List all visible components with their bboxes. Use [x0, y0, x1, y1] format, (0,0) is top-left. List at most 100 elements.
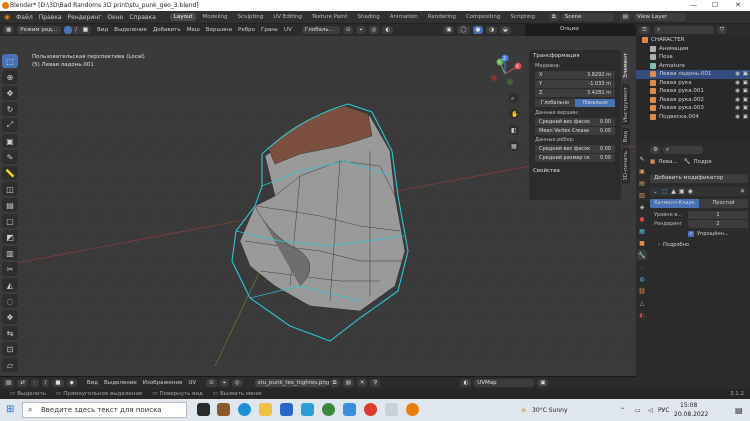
transform-icon[interactable]: ▣ — [2, 134, 18, 148]
pin-icon[interactable]: ⚲ — [370, 379, 381, 387]
scene-selector[interactable]: Scene — [561, 13, 614, 21]
pivot-icon[interactable]: ⊙ — [206, 379, 217, 387]
annotate-icon[interactable]: ✎ — [2, 150, 18, 164]
clock-date[interactable]: 20.08.2022 — [674, 411, 708, 418]
inset-icon[interactable]: ▢ — [2, 214, 18, 228]
scale-icon[interactable]: ⤢ — [2, 118, 18, 132]
clock-time[interactable]: 15:08 — [680, 402, 697, 409]
vertex-select-icon[interactable]: · — [64, 26, 72, 34]
img-menu-view[interactable]: Вид — [87, 380, 98, 386]
edge-slide-icon[interactable]: ⇆ — [2, 326, 18, 340]
props-editor-icon[interactable]: ⚙ — [650, 145, 660, 154]
menu-vertex[interactable]: Вершина — [206, 27, 232, 33]
vertex-bevel-field[interactable]: Средний вес фасок 0.00 — [535, 118, 615, 126]
levels-viewport-field[interactable]: Уровни в... 1 — [650, 211, 748, 219]
outliner-item-left-arm[interactable]: Левая рука ◉ ▣ — [636, 79, 750, 88]
expand-icon[interactable]: ⌄ — [653, 189, 658, 195]
menu-add[interactable]: Добавить — [153, 27, 181, 33]
menu-help[interactable]: Справка — [129, 14, 155, 21]
edit-mode-icon[interactable]: ▲ — [671, 188, 676, 195]
data-tab-icon[interactable]: △ — [637, 298, 647, 308]
visibility-eye-icon[interactable]: ◉ — [735, 113, 740, 122]
bevel-icon[interactable]: ◩ — [2, 230, 18, 244]
image-display-icon[interactable]: ▣ — [537, 379, 549, 387]
blender-taskbar-icon[interactable] — [406, 403, 419, 416]
output-tab-icon[interactable]: ▤ — [637, 178, 647, 188]
tab-compositing[interactable]: Compositing — [462, 13, 504, 21]
move-icon[interactable]: ✥ — [2, 86, 18, 100]
uvmap-icon[interactable]: ◐ — [460, 379, 472, 387]
notifications-icon[interactable]: ▤ — [735, 406, 743, 415]
outliner-item-left-arm-003[interactable]: Левая рука.003 ◉ ▣ — [636, 104, 750, 113]
edge-bevel-field[interactable]: Средний вес фасок 0.00 — [535, 145, 615, 153]
editor-type-icon[interactable]: ▦ — [3, 26, 15, 34]
close-button[interactable]: ✕ — [735, 1, 741, 9]
chrome-icon[interactable] — [322, 403, 335, 416]
outliner-item-left-arm-001[interactable]: Левая рука.001 ◉ ▣ — [636, 87, 750, 96]
render-toggle-icon[interactable]: ◉ — [688, 188, 693, 195]
uvmap-selector[interactable]: UVMap — [474, 379, 535, 387]
menu-render[interactable]: Рендеринг — [68, 14, 102, 21]
edge-seam-field[interactable]: Средний размер ск 0.00 — [535, 154, 615, 162]
viewport-toggle-icon[interactable]: ▣ — [679, 188, 685, 195]
loop-cut-icon[interactable]: ▥ — [2, 246, 18, 260]
outliner-search-input[interactable]: ⌕ — [653, 26, 714, 34]
add-cube-icon[interactable]: ◫ — [2, 182, 18, 196]
volume-icon[interactable]: ◁ — [648, 407, 653, 414]
menu-edge[interactable]: Ребро — [238, 27, 255, 33]
outliner-item-character[interactable]: CHARACTER — [636, 36, 750, 45]
measure-icon[interactable]: 📏 — [2, 166, 18, 180]
shrink-icon[interactable]: ⊡ — [2, 342, 18, 356]
physics-tab-icon[interactable]: ◍ — [637, 274, 647, 284]
view-layer-icon[interactable]: ▤ — [619, 13, 631, 21]
tab-rendering[interactable]: Rendering — [424, 13, 460, 21]
network-icon[interactable]: ▭ — [635, 407, 641, 414]
blender-menu-icon[interactable]: ◉ — [4, 13, 10, 21]
tab-modeling[interactable]: Modeling — [198, 13, 231, 21]
overlay-icon[interactable]: ◐ — [382, 26, 394, 34]
mail-icon[interactable] — [301, 403, 314, 416]
median-z-field[interactable]: Z 3.4281 m — [535, 89, 615, 97]
extrude-icon[interactable]: ▤ — [2, 198, 18, 212]
smooth-icon[interactable]: ❖ — [2, 310, 18, 324]
outliner-item-animation[interactable]: Анимация — [636, 45, 750, 54]
tab-sculpting[interactable]: Sculpting — [234, 13, 268, 21]
rotate-icon[interactable]: ↻ — [2, 102, 18, 116]
proportional-icon[interactable]: ◎ — [368, 26, 380, 34]
scene-icon[interactable]: ⧉ — [548, 13, 559, 21]
tab-view[interactable]: Вид — [622, 128, 630, 146]
vertex-crease-field[interactable]: Mean Vertex Crease 0.00 — [535, 127, 615, 135]
render-camera-icon[interactable]: ▣ — [743, 104, 748, 113]
particles-tab-icon[interactable]: ∴ — [637, 262, 647, 272]
shading-wire-icon[interactable]: ◯ — [457, 26, 470, 34]
img-menu-image[interactable]: Изображение — [143, 380, 183, 386]
advanced-label[interactable]: Подробно — [663, 242, 689, 248]
outliner-item-left-palm[interactable]: Левая ладонь.001 ◉ ▣ — [636, 70, 750, 79]
xray-icon[interactable]: ▣ — [443, 26, 455, 34]
render-camera-icon[interactable]: ▣ — [743, 96, 748, 105]
menu-select[interactable]: Выделение — [114, 27, 147, 33]
menu-mesh[interactable]: Меш — [187, 27, 200, 33]
tray-chevron-icon[interactable]: ⌃ — [620, 407, 625, 414]
menu-face[interactable]: Грань — [261, 27, 278, 33]
constraints-tab-icon[interactable]: ⛓ — [637, 286, 647, 296]
img-menu-select[interactable]: Выделение — [104, 380, 137, 386]
uv-vertex-icon[interactable]: · — [30, 379, 39, 387]
outliner-item-pendant[interactable]: Подвеска.004 ◉ ▣ — [636, 113, 750, 122]
store-icon[interactable] — [280, 403, 293, 416]
median-x-field[interactable]: X 3.8292 m — [535, 71, 615, 79]
render-camera-icon[interactable]: ▣ — [743, 70, 748, 79]
edge-browser-icon[interactable] — [238, 403, 251, 416]
menu-file[interactable]: Файл — [16, 14, 33, 21]
app-icon-1[interactable] — [217, 403, 230, 416]
tab-tool[interactable]: Инструмент — [622, 84, 630, 126]
outliner-item-armature[interactable]: Armature — [636, 62, 750, 71]
menu-window[interactable]: Окно — [107, 14, 123, 21]
orientation-selector[interactable]: Глобаль... — [301, 26, 340, 34]
visibility-eye-icon[interactable]: ◉ — [735, 70, 740, 79]
tab-animation[interactable]: Animation — [386, 13, 422, 21]
face-select-icon[interactable]: ■ — [79, 26, 92, 34]
file-explorer-icon[interactable] — [259, 403, 272, 416]
new-image-icon[interactable]: ⧉ — [329, 379, 340, 387]
outliner-item-left-arm-002[interactable]: Левая рука.002 ◉ ▣ — [636, 96, 750, 105]
